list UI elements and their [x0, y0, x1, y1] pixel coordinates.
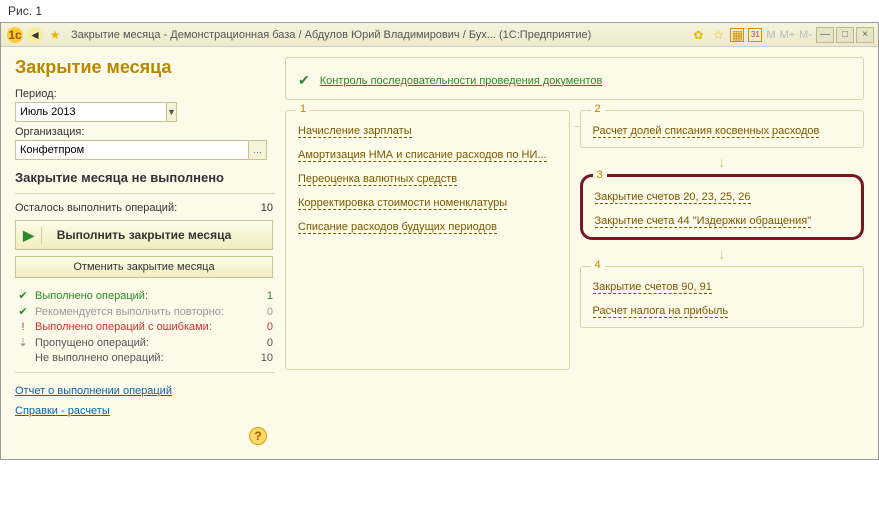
report-link[interactable]: Отчет о выполнении операций: [15, 385, 172, 397]
back-icon[interactable]: ◄: [27, 27, 43, 43]
bookmark-icon[interactable]: ☆: [710, 27, 726, 43]
remaining-label: Осталось выполнить операций:: [15, 202, 177, 214]
period-dropdown-icon[interactable]: ▼: [167, 102, 177, 122]
figure-label: Рис. 1: [0, 0, 879, 22]
maximize-button[interactable]: □: [836, 27, 854, 43]
stat-skipped-value: 0: [253, 337, 273, 349]
group-number: 3: [593, 169, 607, 181]
titlebar: 1c ◄ ★ Закрытие месяца - Демонстрационна…: [1, 23, 878, 47]
op-link[interactable]: Расчет налога на прибыль: [593, 305, 729, 318]
group-3-highlighted: 3 Закрытие счетов 20, 23, 25, 26 Закрыти…: [580, 174, 865, 240]
check-icon: ✔: [15, 305, 31, 318]
op-link[interactable]: Закрытие счетов 20, 23, 25, 26: [595, 191, 751, 204]
op-link[interactable]: Амортизация НМА и списание расходов по Н…: [298, 149, 547, 162]
error-icon: !: [15, 321, 31, 333]
app-window: 1c ◄ ★ Закрытие месяца - Демонстрационна…: [0, 22, 879, 460]
stat-retry-value: 0: [253, 306, 273, 318]
stat-pending-value: 10: [253, 352, 273, 364]
left-panel: Закрытие месяца Период: ▼ Организация: ……: [15, 57, 285, 445]
grid-icon[interactable]: ▦: [730, 28, 744, 42]
stat-errors-label: Выполнено операций с ошибками:: [35, 321, 212, 333]
group-number: 4: [591, 259, 605, 271]
skip-icon: ⇣: [15, 336, 31, 349]
check-icon: ✔: [298, 72, 310, 89]
page-title: Закрытие месяца: [15, 57, 273, 78]
divider: [15, 193, 275, 194]
op-link[interactable]: Переоценка валютных средств: [298, 173, 457, 186]
m-plus-button[interactable]: M+: [780, 29, 796, 41]
arrow-down-icon: ↓: [580, 246, 865, 262]
help-icon[interactable]: ?: [249, 427, 267, 445]
org-label: Организация:: [15, 126, 273, 138]
period-label: Период:: [15, 88, 273, 100]
op-link[interactable]: Закрытие счета 44 "Издержки обращения": [595, 215, 812, 228]
star-icon[interactable]: ★: [47, 27, 63, 43]
arrow-down-icon: ↓: [580, 154, 865, 170]
op-link[interactable]: Корректировка стоимости номенклатуры: [298, 197, 507, 210]
stat-retry-label: Рекомендуется выполнить повторно:: [35, 306, 224, 318]
divider: [15, 372, 275, 373]
org-select-button[interactable]: …: [249, 140, 267, 160]
period-input[interactable]: [15, 102, 167, 122]
right-panel: ✔ Контроль последовательности проведения…: [285, 57, 864, 445]
group-number: 1: [296, 103, 310, 115]
run-button-label: Выполнить закрытие месяца: [42, 228, 272, 242]
calendar-icon[interactable]: 31: [748, 28, 762, 42]
stat-skipped-label: Пропущено операций:: [35, 337, 149, 349]
play-icon: ▶: [16, 227, 42, 244]
cancel-close-month-button[interactable]: Отменить закрытие месяца: [15, 256, 273, 278]
org-input[interactable]: [15, 140, 249, 160]
fav-icon[interactable]: ✿: [690, 27, 706, 43]
op-link[interactable]: Закрытие счетов 90, 91: [593, 281, 712, 294]
stat-done-value: 1: [253, 290, 273, 302]
control-group: ✔ Контроль последовательности проведения…: [285, 57, 864, 100]
group-number: 2: [591, 103, 605, 115]
group-2: 2 Расчет долей списания косвенных расход…: [580, 110, 865, 148]
check-icon: ✔: [15, 289, 31, 302]
minimize-button[interactable]: —: [816, 27, 834, 43]
stat-done-label: Выполнено операций:: [35, 290, 148, 302]
m-button[interactable]: M: [766, 29, 775, 41]
stat-pending-label: Не выполнено операций:: [35, 352, 164, 364]
status-title: Закрытие месяца не выполнено: [15, 170, 273, 185]
op-link[interactable]: Списание расходов будущих периодов: [298, 221, 497, 234]
remaining-value: 10: [253, 202, 273, 214]
refs-link[interactable]: Справки - расчеты: [15, 405, 110, 417]
group-1: 1 Начисление зарплаты Амортизация НМА и …: [285, 110, 570, 370]
op-link[interactable]: Расчет долей списания косвенных расходов: [593, 125, 820, 138]
stat-errors-value: 0: [253, 321, 273, 333]
m-minus-button[interactable]: M-: [799, 29, 812, 41]
app-logo-icon: 1c: [7, 27, 23, 43]
op-link[interactable]: Начисление зарплаты: [298, 125, 412, 138]
control-link[interactable]: Контроль последовательности проведения д…: [320, 75, 603, 87]
run-close-month-button[interactable]: ▶ Выполнить закрытие месяца: [15, 220, 273, 250]
group-4: 4 Закрытие счетов 90, 91 Расчет налога н…: [580, 266, 865, 328]
window-title: Закрытие месяца - Демонстрационная база …: [65, 29, 688, 41]
close-button[interactable]: ×: [856, 27, 874, 43]
